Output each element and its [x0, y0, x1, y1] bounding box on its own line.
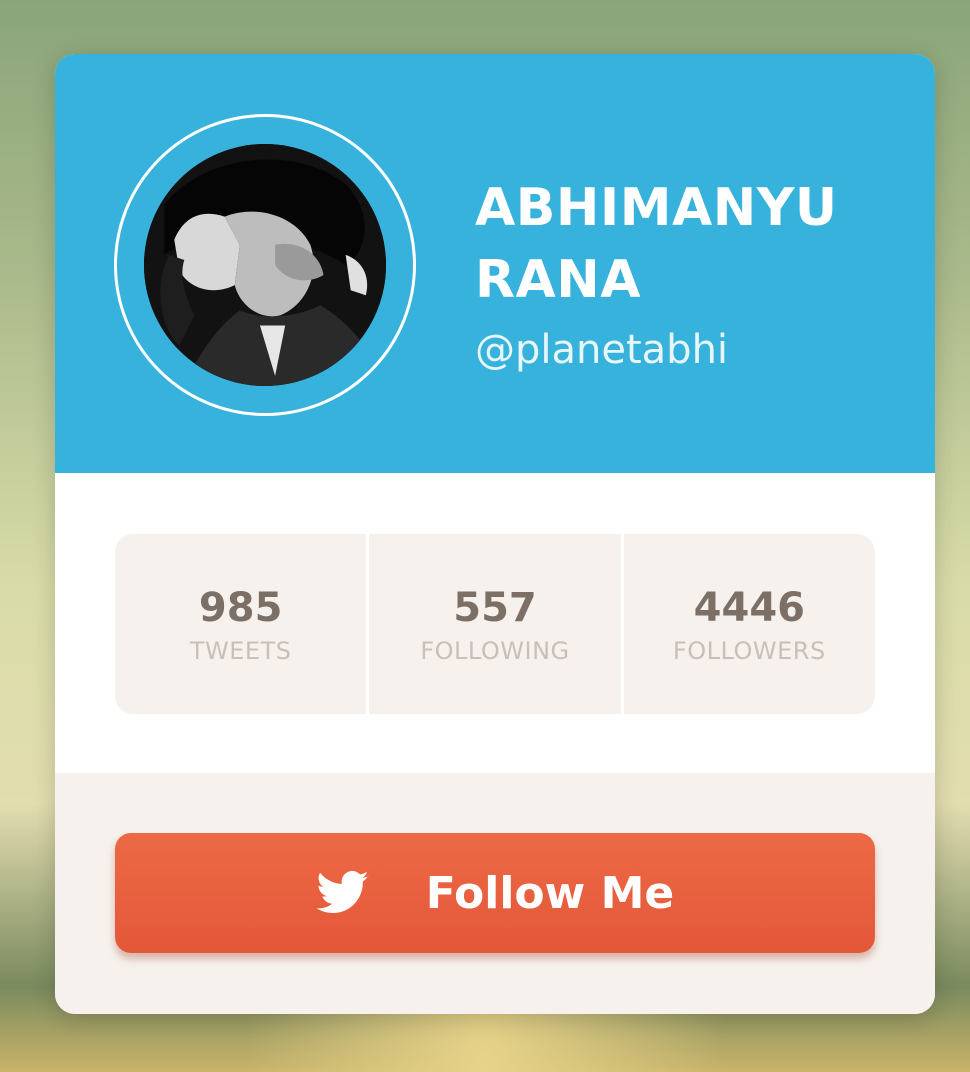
stat-label: FOLLOWING	[420, 637, 570, 665]
profile-header: ABHIMANYU RANA @planetabhi	[55, 54, 935, 473]
stats-section: 985 TWEETS 557 FOLLOWING 4446 FOLLOWERS	[55, 473, 935, 773]
profile-name-line1: ABHIMANYU	[475, 178, 838, 238]
follow-button[interactable]: Follow Me	[115, 833, 875, 953]
stat-label: TWEETS	[189, 637, 292, 665]
profile-handle[interactable]: @planetabhi	[475, 322, 728, 378]
stat-label: FOLLOWERS	[672, 637, 826, 665]
follow-button-label: Follow Me	[425, 867, 675, 919]
avatar-photo	[144, 144, 386, 386]
twitter-bird-icon	[316, 871, 370, 915]
stat-value: 4446	[693, 585, 805, 631]
card-footer: Follow Me	[55, 773, 935, 1014]
profile-name-line2: RANA	[475, 250, 642, 310]
profile-name: ABHIMANYU RANA	[475, 172, 895, 316]
stat-following[interactable]: 557 FOLLOWING	[369, 534, 624, 714]
avatar	[144, 144, 386, 386]
profile-card: ABHIMANYU RANA @planetabhi 985 TWEETS 55…	[55, 54, 935, 1014]
stats-bar: 985 TWEETS 557 FOLLOWING 4446 FOLLOWERS	[115, 534, 875, 714]
stat-followers[interactable]: 4446 FOLLOWERS	[624, 534, 875, 714]
stat-tweets[interactable]: 985 TWEETS	[115, 534, 370, 714]
stat-value: 985	[198, 585, 283, 631]
stat-value: 557	[453, 585, 537, 631]
